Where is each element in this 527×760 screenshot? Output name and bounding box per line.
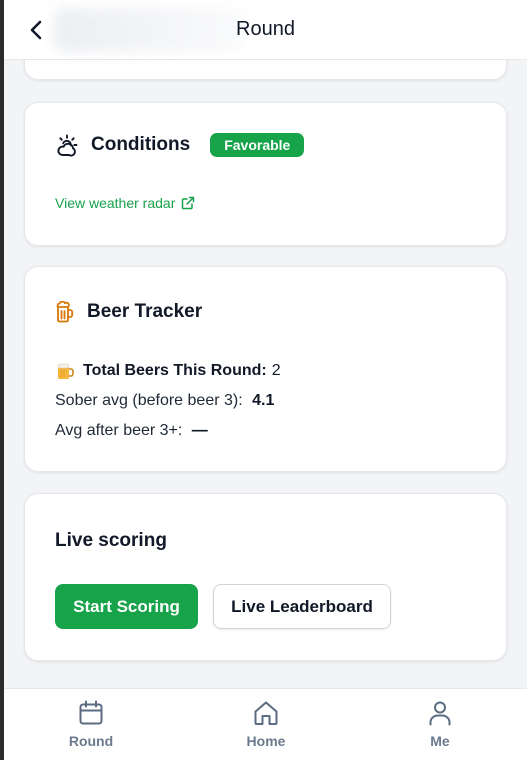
beer-emoji-icon	[57, 363, 74, 379]
beer-tracker-header: Beer Tracker	[55, 301, 202, 323]
nav-label-me: Me	[430, 733, 450, 749]
nav-item-me[interactable]: Me	[390, 699, 490, 749]
chevron-left-icon	[30, 20, 42, 40]
weather-radar-link-label: View weather radar	[55, 195, 176, 211]
previous-card	[24, 60, 507, 80]
live-leaderboard-button[interactable]: Live Leaderboard	[213, 584, 391, 629]
cloud-sun-icon	[57, 134, 78, 157]
sober-avg-value: 4.1	[252, 392, 275, 409]
total-beers-row: Total Beers This Round: 2	[55, 361, 281, 381]
total-beers-value: 2	[271, 362, 281, 379]
beer-mug-icon	[56, 301, 74, 323]
user-icon	[429, 701, 451, 726]
blurred-background-ghost	[54, 8, 244, 52]
conditions-card: Conditions Favorable View weather radar	[24, 102, 507, 246]
external-link-icon	[182, 196, 195, 210]
conditions-header: Conditions Favorable	[55, 133, 305, 157]
conditions-title: Conditions	[91, 134, 191, 155]
start-scoring-button[interactable]: Start Scoring	[55, 584, 198, 629]
total-beers-label: Total Beers This Round:	[83, 362, 267, 379]
page-title: Round	[236, 18, 295, 40]
main-content[interactable]: Conditions Favorable View weather radar	[4, 60, 527, 688]
after-avg-label: Avg after beer 3+:	[55, 422, 183, 439]
sober-avg-label: Sober avg (before beer 3):	[55, 392, 243, 409]
live-scoring-card: Live scoring Start Scoring Live Leaderbo…	[24, 493, 507, 661]
window-edge	[0, 0, 4, 760]
nav-item-home[interactable]: Home	[216, 699, 316, 749]
nav-item-round[interactable]: Round	[41, 699, 141, 749]
top-app-bar: Round	[4, 0, 527, 60]
weather-radar-link[interactable]: View weather radar	[55, 195, 195, 211]
nav-label-home: Home	[246, 733, 286, 749]
home-icon	[254, 701, 278, 725]
sober-avg-row: Sober avg (before beer 3): 4.1	[55, 392, 274, 410]
back-button[interactable]	[22, 16, 50, 44]
beer-tracker-card: Beer Tracker Total Beers This Round: 2 S…	[24, 266, 507, 472]
bottom-navigation: Round Home Me	[4, 688, 527, 760]
live-scoring-title: Live scoring	[55, 530, 167, 551]
after-avg-value: —	[191, 422, 208, 439]
calendar-icon	[79, 700, 103, 725]
after-avg-row: Avg after beer 3+: —	[55, 422, 208, 440]
status-badge: Favorable	[210, 133, 305, 157]
beer-tracker-title: Beer Tracker	[87, 301, 203, 322]
nav-label-round: Round	[68, 733, 114, 749]
